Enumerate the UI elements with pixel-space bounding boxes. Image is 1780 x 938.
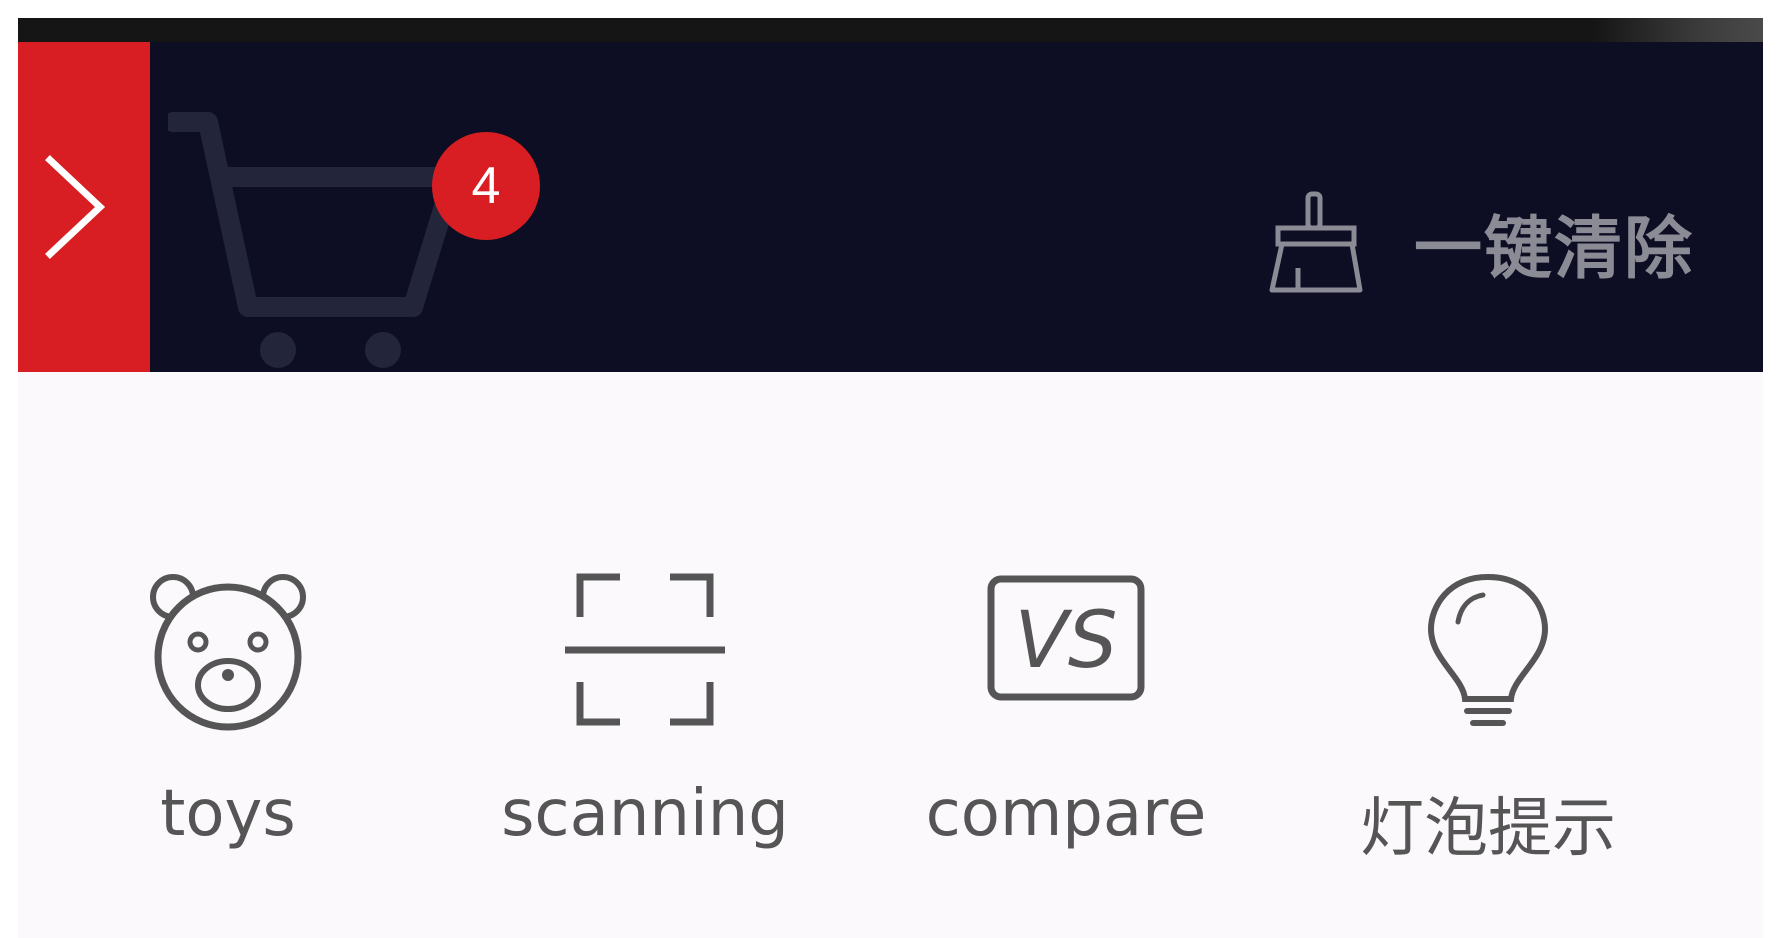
app-screen: 4 一键清除 toys scanning VS compare 灯泡提示 [0, 0, 1780, 938]
cart-header: 4 一键清除 [18, 42, 1763, 372]
light-bulb-icon [1427, 573, 1549, 726]
tool-toys-label: toys [160, 777, 296, 851]
collapse-panel-button[interactable] [18, 42, 150, 372]
tool-scanning[interactable]: scanning [465, 567, 825, 867]
clear-all-button[interactable]: 一键清除 [1268, 187, 1694, 297]
tool-row: toys scanning VS compare 灯泡提示 [18, 567, 1763, 867]
tools-panel: toys scanning VS compare 灯泡提示 [18, 372, 1763, 938]
scan-frame-icon [565, 573, 725, 726]
clear-all-label: 一键清除 [1414, 209, 1695, 289]
teddy-bear-icon [150, 574, 306, 731]
top-strip [18, 18, 1763, 42]
tool-light-bulb-label: 灯泡提示 [1360, 792, 1616, 866]
vs-compare-icon: VS [987, 575, 1145, 701]
cart-count-badge: 4 [432, 132, 540, 240]
tool-compare[interactable]: VS compare [886, 567, 1246, 867]
top-strip-glint [1593, 18, 1763, 42]
tool-toys[interactable]: toys [48, 567, 408, 867]
tool-compare-label: compare [925, 777, 1207, 851]
svg-text:VS: VS [1015, 596, 1118, 686]
chevron-right-icon [45, 155, 106, 259]
tool-scanning-label: scanning [501, 777, 789, 851]
tool-light-bulb[interactable]: 灯泡提示 [1308, 567, 1668, 867]
broom-icon [1269, 191, 1363, 293]
